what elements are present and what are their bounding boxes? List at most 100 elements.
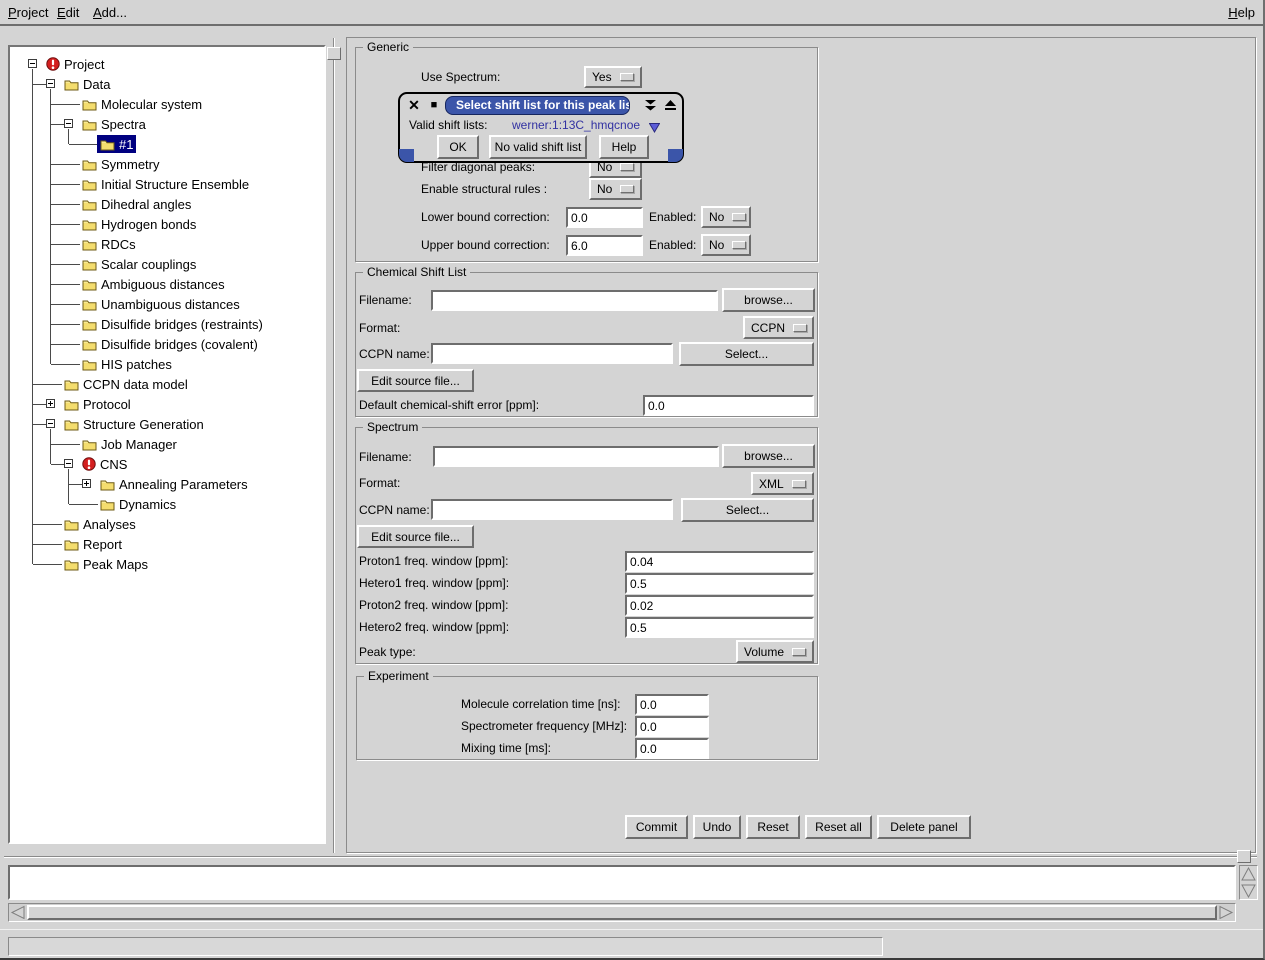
upper-enabled-dropdown[interactable]: No bbox=[701, 234, 751, 256]
reset-all-button[interactable]: Reset all bbox=[805, 815, 872, 839]
tree-expand-icon[interactable] bbox=[82, 479, 91, 488]
vertical-sash-handle[interactable] bbox=[327, 47, 341, 60]
log-horizontal-scrollbar[interactable] bbox=[8, 903, 1236, 922]
commit-button[interactable]: Commit bbox=[625, 815, 688, 839]
tree-item[interactable]: Dihedral angles bbox=[79, 195, 194, 213]
tree-item[interactable]: CNS bbox=[79, 455, 130, 473]
tree-item[interactable]: Structure Generation bbox=[61, 415, 207, 433]
tree-connector-line bbox=[51, 184, 80, 185]
use-spectrum-label: Use Spectrum: bbox=[421, 70, 500, 85]
dialog-help-button[interactable]: Help bbox=[599, 135, 649, 159]
arrow-down-icon[interactable] bbox=[1241, 883, 1256, 903]
shift-list-link[interactable]: werner:1:13C_hmqcnoe bbox=[512, 118, 640, 133]
csl-browse-button[interactable]: browse... bbox=[722, 288, 815, 312]
project-tree-panel[interactable]: Project Data Molecular system Spectra #1 Symm… bbox=[8, 45, 326, 844]
scrollbar-thumb[interactable] bbox=[27, 905, 1217, 920]
spectrometer-freq-input[interactable] bbox=[635, 716, 709, 737]
lower-enabled-dropdown[interactable]: No bbox=[701, 206, 751, 228]
tree-item[interactable]: Symmetry bbox=[79, 155, 163, 173]
close-icon[interactable]: ✕ bbox=[406, 97, 422, 113]
spectrum-browse-button[interactable]: browse... bbox=[722, 444, 815, 468]
dialog-ok-button[interactable]: OK bbox=[437, 135, 479, 159]
csl-select-button[interactable]: Select... bbox=[679, 342, 814, 366]
tree-connector-line bbox=[69, 504, 98, 505]
tree-item[interactable]: Initial Structure Ensemble bbox=[79, 175, 252, 193]
csl-error-input[interactable] bbox=[643, 395, 814, 416]
tree-item[interactable]: RDCs bbox=[79, 235, 139, 253]
csl-format-dropdown[interactable]: CCPN bbox=[743, 316, 814, 339]
csl-edit-source-button[interactable]: Edit source file... bbox=[357, 369, 474, 392]
tree-collapse-icon[interactable] bbox=[64, 119, 73, 128]
tree-item[interactable]: Hydrogen bonds bbox=[79, 215, 199, 233]
spectrum-filename-input[interactable] bbox=[433, 446, 719, 467]
tree-connector-line bbox=[51, 304, 80, 305]
peak-type-dropdown[interactable]: Volume bbox=[736, 640, 814, 663]
tree-item[interactable]: CCPN data model bbox=[61, 375, 191, 393]
window-stick-icon[interactable] bbox=[662, 97, 678, 113]
spectrum-ccpn-name-input[interactable] bbox=[431, 499, 673, 520]
menu-project[interactable]: Project bbox=[8, 5, 48, 20]
tree-item[interactable]: Job Manager bbox=[79, 435, 180, 453]
structural-rules-dropdown[interactable]: No bbox=[589, 178, 642, 200]
proton2-input[interactable] bbox=[625, 595, 814, 616]
tree-item[interactable]: Scalar couplings bbox=[79, 255, 199, 273]
proton1-input[interactable] bbox=[625, 551, 814, 572]
folder-icon bbox=[82, 158, 97, 171]
tree-item[interactable]: Dynamics bbox=[97, 495, 179, 513]
tree-item-label: CCPN data model bbox=[83, 377, 188, 392]
dialog-no-valid-button[interactable]: No valid shift list bbox=[489, 135, 587, 159]
window-shade-icon[interactable] bbox=[642, 97, 658, 113]
tree-item[interactable]: Report bbox=[61, 535, 125, 553]
tree-item[interactable]: Unambiguous distances bbox=[79, 295, 243, 313]
tree-item[interactable]: Analyses bbox=[61, 515, 139, 533]
tree-item[interactable]: Annealing Parameters bbox=[97, 475, 251, 493]
csl-ccpn-name-input[interactable] bbox=[431, 343, 673, 364]
hetero2-input[interactable] bbox=[625, 617, 814, 638]
delete-panel-button[interactable]: Delete panel bbox=[877, 815, 971, 839]
reset-button[interactable]: Reset bbox=[746, 815, 800, 839]
tree-item[interactable]: Ambiguous distances bbox=[79, 275, 228, 293]
list-dropdown-icon[interactable] bbox=[649, 120, 660, 138]
upper-bound-input[interactable] bbox=[566, 235, 643, 256]
tree-collapse-icon[interactable] bbox=[46, 419, 55, 428]
arrow-left-icon[interactable] bbox=[10, 905, 26, 925]
menu-add[interactable]: Add... bbox=[93, 5, 127, 20]
log-vertical-scrollbar[interactable] bbox=[1239, 865, 1258, 900]
tree-collapse-icon[interactable] bbox=[28, 59, 37, 68]
mixing-time-input[interactable] bbox=[635, 738, 709, 759]
hetero1-input[interactable] bbox=[625, 573, 814, 594]
undo-button[interactable]: Undo bbox=[693, 815, 741, 839]
tree-item[interactable]: Peak Maps bbox=[61, 555, 151, 573]
menu-help[interactable]: Help bbox=[1228, 5, 1255, 20]
correlation-time-input[interactable] bbox=[635, 694, 709, 715]
horizontal-sash-handle[interactable] bbox=[1237, 850, 1251, 863]
tree-collapse-icon[interactable] bbox=[64, 459, 73, 468]
arrow-right-icon[interactable] bbox=[1218, 905, 1234, 925]
tree-item[interactable]: Molecular system bbox=[79, 95, 205, 113]
spectrum-edit-source-button[interactable]: Edit source file... bbox=[357, 525, 474, 548]
tree-item[interactable]: HIS patches bbox=[79, 355, 175, 373]
folder-icon bbox=[82, 338, 97, 351]
lower-bound-input[interactable] bbox=[566, 207, 643, 228]
tree-item[interactable]: Project bbox=[43, 55, 107, 73]
tree-collapse-icon[interactable] bbox=[46, 79, 55, 88]
hetero1-label: Hetero1 freq. window [ppm]: bbox=[359, 576, 509, 591]
maximize-icon[interactable]: ■ bbox=[426, 97, 442, 113]
tree-item[interactable]: Disulfide bridges (restraints) bbox=[79, 315, 266, 333]
spectrum-format-dropdown[interactable]: XML bbox=[751, 472, 814, 495]
tree-item[interactable]: Protocol bbox=[61, 395, 134, 413]
tree-item[interactable]: #1 bbox=[97, 135, 136, 153]
log-output[interactable] bbox=[8, 865, 1236, 900]
menu-edit[interactable]: Edit bbox=[57, 5, 79, 20]
csl-error-label: Default chemical-shift error [ppm]: bbox=[359, 398, 539, 413]
csl-legend: Chemical Shift List bbox=[363, 265, 470, 279]
tree-expand-icon[interactable] bbox=[46, 399, 55, 408]
dialog-titlebar[interactable]: ✕ ■ Select shift list for this peak list bbox=[400, 96, 682, 116]
spectrum-select-button[interactable]: Select... bbox=[681, 498, 814, 522]
use-spectrum-dropdown[interactable]: Yes bbox=[584, 66, 642, 88]
tree-item[interactable]: Data bbox=[61, 75, 113, 93]
tree-item[interactable]: Disulfide bridges (covalent) bbox=[79, 335, 261, 353]
csl-filename-input[interactable] bbox=[431, 290, 718, 311]
tree-item[interactable]: Spectra bbox=[79, 115, 149, 133]
tree-item-label: Annealing Parameters bbox=[119, 477, 248, 492]
